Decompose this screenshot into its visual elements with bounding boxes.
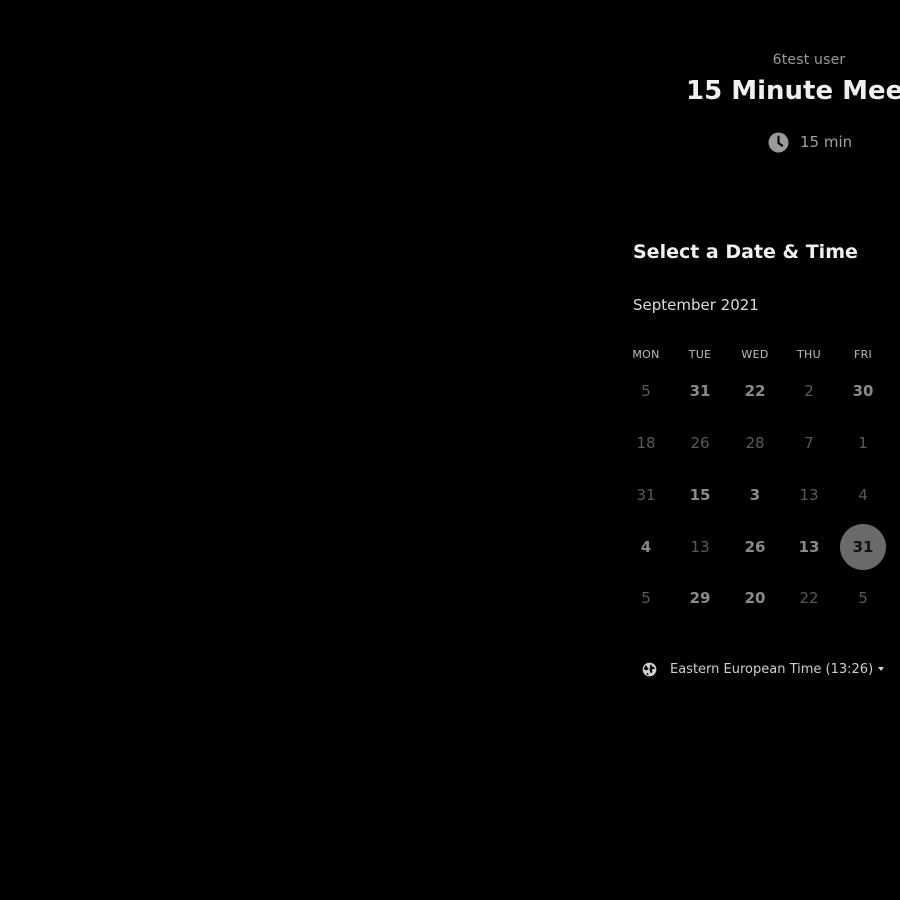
unavailable-date: 22: [799, 589, 819, 607]
unavailable-date: 13: [799, 486, 819, 504]
timezone-label: Eastern European Time (13:26): [670, 661, 874, 677]
unavailable-date: 5: [641, 589, 651, 607]
available-date-button[interactable]: 4: [623, 524, 669, 570]
selected-date-button[interactable]: 31: [840, 524, 886, 570]
available-date-button[interactable]: 13: [786, 524, 832, 570]
weekday-mon: MON: [632, 348, 660, 361]
timezone-selector[interactable]: Eastern European Time (13:26): [642, 660, 885, 678]
available-date-button[interactable]: 30: [840, 368, 886, 414]
caret-down-icon: [878, 667, 885, 671]
duration-text: 15 min: [800, 133, 853, 151]
unavailable-date: 18: [636, 434, 656, 452]
weekday-thu: THU: [797, 348, 821, 361]
unavailable-date: 7: [804, 434, 814, 452]
unavailable-date: 13: [690, 538, 710, 556]
clock-icon: [768, 132, 789, 152]
booking-page: 6test user 15 Minute Meeti 15 min Select…: [0, 0, 900, 900]
available-date-button[interactable]: 31: [677, 368, 723, 414]
unavailable-date: 4: [858, 486, 868, 504]
host-name: 6test user: [772, 52, 846, 68]
available-date-button[interactable]: 26: [732, 524, 778, 570]
unavailable-date: 31: [636, 486, 656, 504]
weekday-wed: WED: [741, 348, 769, 361]
section-title: Select a Date & Time: [633, 241, 858, 263]
unavailable-date: 5: [858, 589, 868, 607]
available-date-button[interactable]: 29: [677, 575, 723, 621]
unavailable-date: 1: [858, 434, 868, 452]
available-date-button[interactable]: 20: [732, 575, 778, 621]
weekday-tue: TUE: [688, 348, 712, 361]
available-date-button[interactable]: 22: [732, 368, 778, 414]
event-title: 15 Minute Meeti: [686, 76, 900, 106]
event-duration: 15 min: [768, 131, 852, 153]
unavailable-date: 26: [690, 434, 710, 452]
available-date-button[interactable]: 15: [677, 472, 723, 518]
available-date-button[interactable]: 3: [732, 472, 778, 518]
weekday-fri: FRI: [853, 348, 873, 361]
unavailable-date: 28: [745, 434, 765, 452]
unavailable-date: 2: [804, 382, 814, 400]
globe-icon: [642, 662, 657, 676]
unavailable-date: 5: [641, 382, 651, 400]
month-label: September 2021: [633, 296, 759, 314]
